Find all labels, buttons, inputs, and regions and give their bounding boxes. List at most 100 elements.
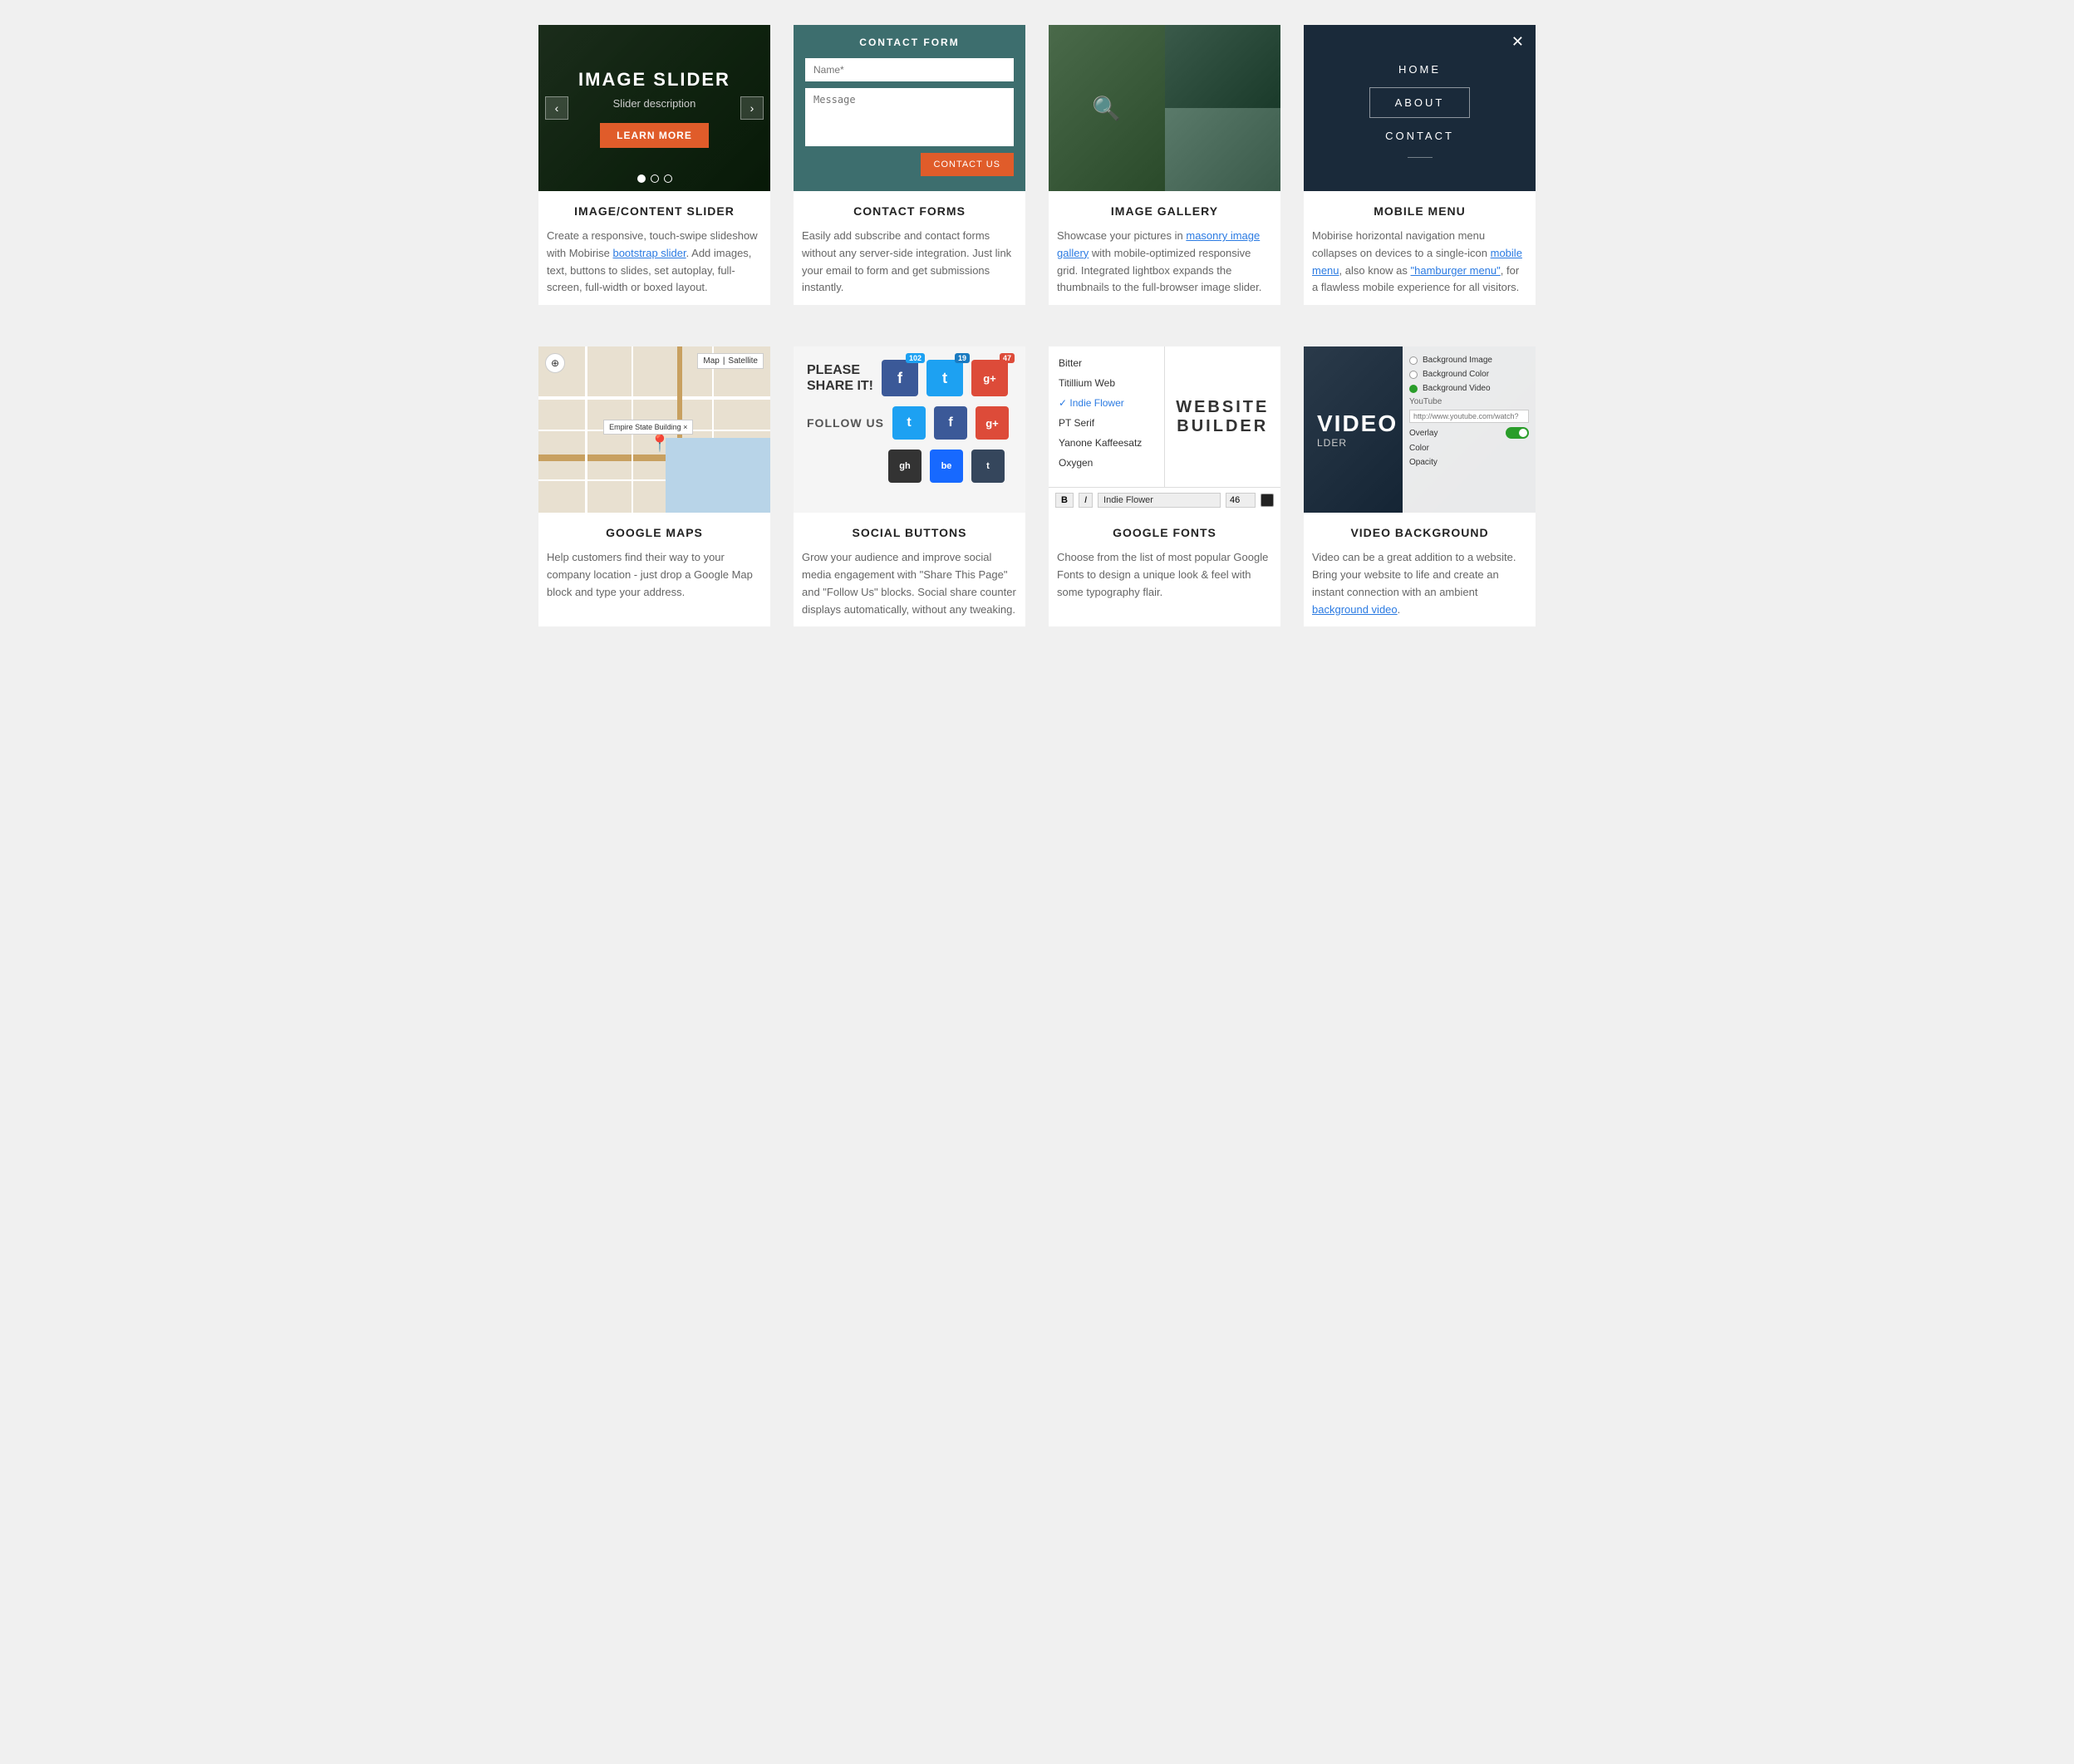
row1-grid: ‹ IMAGE SLIDER Slider description LEARN … bbox=[538, 25, 1536, 305]
github-icon: gh bbox=[899, 461, 910, 471]
video-overlay-text: VIDEO LDER bbox=[1304, 397, 1411, 462]
mobile-menu-preview: ✕ HOME ABOUT CONTACT bbox=[1304, 25, 1536, 191]
gallery-cell-bottom-right bbox=[1165, 108, 1281, 191]
overlay-toggle[interactable] bbox=[1506, 427, 1529, 439]
radio-bg-image[interactable] bbox=[1409, 356, 1418, 365]
slider-learn-more-button[interactable]: LEARN MORE bbox=[600, 123, 709, 148]
follow-facebook-button[interactable]: f bbox=[934, 406, 967, 440]
video-card-desc: Video can be a great addition to a websi… bbox=[1312, 549, 1527, 618]
gallery-desc-text1: Showcase your pictures in bbox=[1057, 229, 1186, 242]
facebook-icon: f bbox=[897, 370, 902, 387]
maps-card-title: GOOGLE MAPS bbox=[547, 526, 762, 539]
gallery-card-desc: Showcase your pictures in masonry image … bbox=[1057, 228, 1272, 297]
share-twitter-button[interactable]: t 19 bbox=[926, 360, 963, 396]
contact-message-textarea[interactable] bbox=[805, 88, 1014, 146]
fonts-toolbar: B I Indie Flower bbox=[1049, 487, 1280, 513]
font-bitter[interactable]: Bitter bbox=[1049, 353, 1164, 373]
mobile-nav-home[interactable]: HOME bbox=[1374, 55, 1466, 84]
contact-form-preview: CONTACT FORM CONTACT US bbox=[794, 25, 1025, 191]
map-control-separator: | bbox=[723, 356, 725, 366]
slider-card-title: IMAGE/CONTENT SLIDER bbox=[547, 204, 762, 218]
map-water bbox=[666, 438, 770, 513]
video-big-text: VIDEO bbox=[1317, 410, 1398, 437]
googleplus-badge: 47 bbox=[1000, 353, 1015, 363]
video-desc-text1: Video can be a great addition to a websi… bbox=[1312, 551, 1516, 598]
dot-2[interactable] bbox=[651, 174, 659, 183]
dot-1[interactable] bbox=[637, 174, 646, 183]
facebook-badge: 102 bbox=[906, 353, 925, 363]
row2-grid: Map | Satellite ⊕ 📍 Empire State Buildin… bbox=[538, 346, 1536, 626]
fonts-preview-area: WEBSITEBUILDER bbox=[1165, 346, 1281, 487]
slider-heading: IMAGE SLIDER bbox=[578, 69, 730, 91]
share-googleplus-button[interactable]: g+ 47 bbox=[971, 360, 1008, 396]
follow-googleplus-button[interactable]: g+ bbox=[976, 406, 1009, 440]
slider-dots bbox=[637, 174, 672, 183]
mobile-nav-about[interactable]: ABOUT bbox=[1369, 87, 1471, 118]
radio-bg-video[interactable] bbox=[1409, 385, 1418, 393]
fonts-list: Bitter Titillium Web Indie Flower PT Ser… bbox=[1049, 346, 1165, 487]
card-google-fonts: Bitter Titillium Web Indie Flower PT Ser… bbox=[1049, 346, 1280, 626]
contact-form-title: CONTACT FORM bbox=[859, 37, 959, 48]
card-social-buttons: PLEASESHARE IT! f 102 t 19 g+ 47 FOLLOW … bbox=[794, 346, 1025, 626]
panel-row-color: Color bbox=[1409, 441, 1529, 455]
font-pt-serif[interactable]: PT Serif bbox=[1049, 413, 1164, 433]
follow-row: FOLLOW US t f g+ bbox=[807, 406, 1009, 440]
map-compass[interactable]: ⊕ bbox=[545, 353, 565, 373]
share-facebook-button[interactable]: f 102 bbox=[882, 360, 918, 396]
mobile-nav-contact[interactable]: CONTACT bbox=[1360, 121, 1479, 150]
mobile-close-icon[interactable]: ✕ bbox=[1511, 33, 1524, 51]
font-titillium[interactable]: Titillium Web bbox=[1049, 373, 1164, 393]
fonts-top: Bitter Titillium Web Indie Flower PT Ser… bbox=[1049, 346, 1280, 487]
slider-next-arrow[interactable]: › bbox=[740, 96, 764, 120]
dot-3[interactable] bbox=[664, 174, 672, 183]
map-control-map[interactable]: Map bbox=[703, 356, 719, 366]
map-controls[interactable]: Map | Satellite bbox=[697, 353, 764, 369]
font-color-picker[interactable] bbox=[1261, 494, 1274, 507]
twitter-icon: t bbox=[942, 370, 947, 387]
panel-color-label: Color bbox=[1409, 444, 1429, 453]
font-size-input[interactable] bbox=[1226, 493, 1256, 508]
font-indie-flower[interactable]: Indie Flower bbox=[1049, 393, 1164, 413]
video-card-body: VIDEO BACKGROUND Video can be a great ad… bbox=[1304, 513, 1536, 626]
follow-github-button[interactable]: gh bbox=[888, 450, 922, 483]
video-sub-text: LDER bbox=[1317, 437, 1398, 449]
slider-preview: ‹ IMAGE SLIDER Slider description LEARN … bbox=[538, 25, 770, 191]
font-bold-button[interactable]: B bbox=[1055, 493, 1074, 508]
radio-bg-color[interactable] bbox=[1409, 371, 1418, 379]
mobile-menu-divider bbox=[1408, 157, 1433, 158]
font-yanone[interactable]: Yanone Kaffeesatz bbox=[1049, 433, 1164, 453]
font-italic-button[interactable]: I bbox=[1079, 493, 1093, 508]
gallery-search-icon: 🔍 bbox=[1092, 95, 1121, 122]
follow-tumblr-button[interactable]: t bbox=[971, 450, 1005, 483]
hamburger-menu-link[interactable]: "hamburger menu" bbox=[1411, 264, 1501, 277]
share-text: PLEASESHARE IT! bbox=[807, 362, 873, 394]
contact-name-input[interactable] bbox=[805, 58, 1014, 81]
panel-row-overlay: Overlay bbox=[1409, 425, 1529, 441]
video-desc-text2: . bbox=[1398, 603, 1401, 616]
bootstrap-slider-link[interactable]: bootstrap slider bbox=[612, 247, 686, 259]
panel-bg-image-label: Background Image bbox=[1423, 356, 1492, 365]
follow-text: FOLLOW US bbox=[807, 416, 884, 430]
gallery-cell-main: 🔍 bbox=[1049, 25, 1165, 191]
contact-submit-button[interactable]: CONTACT US bbox=[921, 153, 1015, 176]
contact-card-desc: Easily add subscribe and contact forms w… bbox=[802, 228, 1017, 297]
panel-youtube-label: YouTube bbox=[1409, 396, 1529, 408]
gallery-preview: 🔍 bbox=[1049, 25, 1280, 191]
card-image-slider: ‹ IMAGE SLIDER Slider description LEARN … bbox=[538, 25, 770, 305]
card-google-maps: Map | Satellite ⊕ 📍 Empire State Buildin… bbox=[538, 346, 770, 626]
maps-preview: Map | Satellite ⊕ 📍 Empire State Buildin… bbox=[538, 346, 770, 513]
follow-behance-button[interactable]: be bbox=[930, 450, 963, 483]
slider-prev-arrow[interactable]: ‹ bbox=[545, 96, 568, 120]
font-oxygen[interactable]: Oxygen bbox=[1049, 453, 1164, 473]
background-video-link[interactable]: background video bbox=[1312, 603, 1398, 616]
panel-youtube-input[interactable] bbox=[1409, 410, 1529, 423]
follow-twitter-button[interactable]: t bbox=[892, 406, 926, 440]
font-name-display: Indie Flower bbox=[1098, 493, 1221, 508]
follow-row2: gh be t bbox=[807, 450, 1005, 483]
slider-card-desc: Create a responsive, touch-swipe slidesh… bbox=[547, 228, 762, 297]
map-control-satellite[interactable]: Satellite bbox=[728, 356, 758, 366]
panel-row-opacity: Opacity bbox=[1409, 455, 1529, 469]
mobile-desc-text2: , also know as bbox=[1339, 264, 1411, 277]
fonts-card-body: GOOGLE FONTS Choose from the list of mos… bbox=[1049, 513, 1280, 609]
slider-card-body: IMAGE/CONTENT SLIDER Create a responsive… bbox=[538, 191, 770, 305]
